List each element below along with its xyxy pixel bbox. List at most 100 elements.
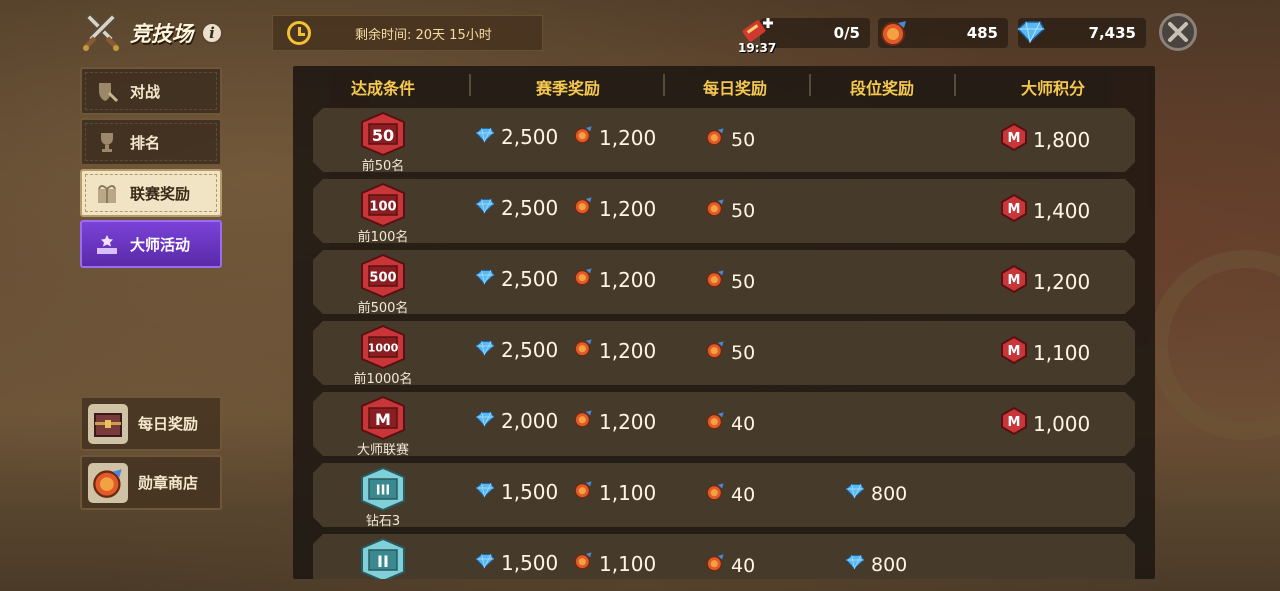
sidebar-item-master-event[interactable]: 大师活动 [80,220,222,268]
daily-medal-reward: 50 [705,198,755,223]
tier-label: 钻石3 [365,514,401,529]
background-arch [1150,250,1280,440]
medal-icon [573,196,593,221]
gem-icon [475,267,495,291]
podium-icon [94,231,120,257]
header-master-points: 大师积分 [1020,79,1085,98]
trophy-icon [94,129,120,155]
rank-badge-icon: 500 [361,254,405,298]
header-divider [954,74,956,96]
medal-icon [573,409,593,434]
medal-icon [573,125,593,150]
medal-icon [705,340,725,365]
header-condition: 达成条件 [350,79,415,98]
medal-icon [705,269,725,294]
medal-shop-label: 勋章商店 [138,474,199,492]
season-gem-reward: 2,500 [475,338,558,362]
season-gem-value: 2,500 [501,267,559,291]
season-gem-value: 2,500 [501,125,559,149]
clock-icon [287,21,311,45]
season-gem-value: 2,000 [501,409,559,433]
medal-count: 485 [966,24,998,42]
gem-icon [845,553,865,576]
medal-shop-icon [88,462,128,503]
medal-icon [573,551,593,576]
gem-icon [475,196,495,220]
season-medal-reward: 1,200 [573,196,656,221]
svg-text:M: M [1008,202,1021,217]
master-point-icon: M [1001,122,1027,156]
daily-reward-button[interactable]: 每日奖励 [80,396,222,451]
master-points-value: 1,100 [1033,340,1091,365]
ticket-counter: 0/5 [760,18,870,48]
table-row: 500 前500名 2,500 1,200 50 M 1,200 [313,250,1135,314]
daily-medal-reward: 50 [705,269,755,294]
header-divider [663,74,665,96]
sidebar-item-label: 排名 [130,133,161,152]
medal-icon [881,21,906,46]
sidebar-item-battle[interactable]: 对战 [80,67,222,115]
header-rank-reward: 段位奖励 [849,79,914,98]
sidebar-item-league-rewards[interactable]: 联赛奖励 [80,169,222,217]
daily-medal-reward: 40 [705,482,755,507]
gem-icon [845,482,865,505]
daily-medal-value: 40 [731,412,756,435]
rank-gem-reward: 800 [845,482,907,505]
shield-sword-icon [94,78,120,104]
gem-icon [475,409,495,433]
medal-icon [705,198,725,223]
season-gem-reward: 1,500 [475,551,558,575]
medal-icon [705,482,725,507]
season-gem-value: 1,500 [501,551,559,575]
svg-text:III: III [376,484,391,499]
daily-medal-value: 50 [731,341,756,364]
daily-medal-reward: 50 [705,127,755,152]
gem-icon [475,125,495,149]
rank-gem-value: 800 [871,482,908,505]
rank-badge-icon: 1000 [361,325,405,369]
medal-icon [573,338,593,363]
sidebar-item-label: 对战 [130,82,161,101]
daily-medal-value: 50 [731,270,756,293]
rank-gem-value: 800 [871,553,908,576]
sidebar-item-label: 联赛奖励 [130,184,191,203]
master-points: M 1,100 [1001,335,1091,369]
season-medal-reward: 1,100 [573,551,656,576]
svg-text:500: 500 [369,271,396,286]
season-gem-reward: 2,500 [475,196,558,220]
info-icon[interactable]: i [201,22,223,44]
master-points: M 1,200 [1001,264,1090,298]
close-button[interactable] [1159,13,1197,51]
svg-text:M: M [1008,415,1021,430]
table-row: 1000 前1000名 2,500 1,200 50 M 1,100 [313,321,1135,385]
league-rewards-table: 达成条件 赛季奖励 每日奖励 段位奖励 大师积分 50 前50名 2,500 1… [293,66,1155,579]
svg-text:M: M [1008,344,1021,359]
table-row: 50 前50名 2,500 1,200 50 M 1,800 [313,108,1135,172]
medal-shop-button[interactable]: 勋章商店 [80,455,222,510]
master-point-icon: M [1001,264,1027,298]
master-point-icon: M [1001,406,1027,440]
season-medal-value: 1,200 [599,196,657,221]
daily-medal-value: 50 [731,199,756,222]
season-timer: 剩余时间: 20天 15小时 [272,15,543,51]
master-point-icon: M [1001,193,1027,227]
season-medal-reward: 1,200 [573,125,656,150]
ticket-count: 0/5 [833,24,860,42]
gem-icon [475,480,495,504]
season-medal-value: 1,100 [599,551,657,576]
season-gem-reward: 2,000 [475,409,558,433]
season-gem-reward: 2,500 [475,125,558,149]
master-points-value: 1,400 [1033,198,1091,223]
master-points-value: 1,800 [1033,127,1091,152]
svg-text:M: M [375,410,391,429]
chest-icon [88,403,128,444]
sidebar-item-ranking[interactable]: 排名 [80,118,222,166]
daily-medal-value: 40 [731,483,756,506]
close-icon [1168,22,1188,42]
medal-icon [705,411,725,436]
season-medal-value: 1,200 [599,409,657,434]
gem-count: 7,435 [1088,24,1136,42]
master-points-value: 1,000 [1033,411,1091,436]
master-points: M 1,800 [1001,122,1091,156]
daily-medal-value: 40 [731,554,756,577]
